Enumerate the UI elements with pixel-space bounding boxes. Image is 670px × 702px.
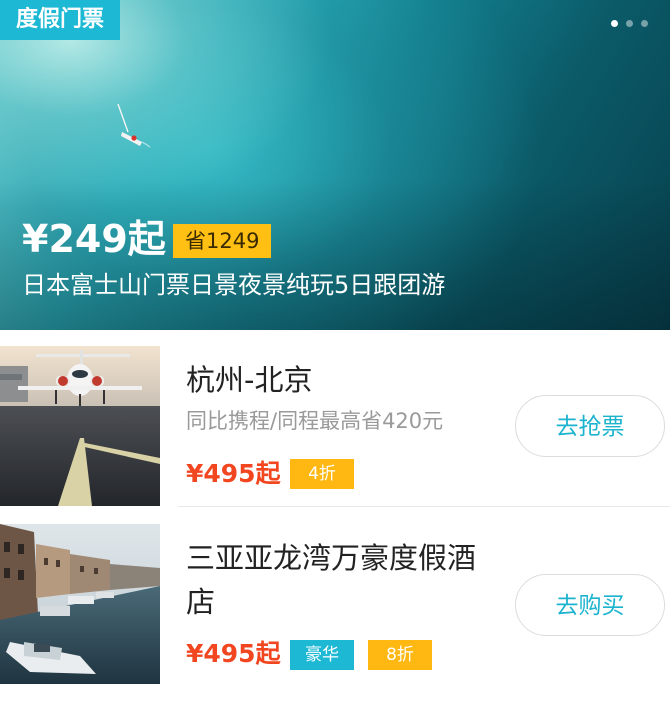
buy-now-button[interactable]: 去购买 — [515, 574, 665, 636]
hero-banner[interactable]: 度假门票 ¥249起 省1249 日本富士山门票日景夜景纯玩5日跟团游 — [0, 0, 670, 330]
list-item[interactable]: 三亚亚龙湾万豪度假酒 店 ¥495起 豪华 8折 去购买 — [0, 524, 670, 684]
hero-savings-badge: 省1249 — [173, 224, 272, 258]
hero-title[interactable]: 日本富士山门票日景夜景纯玩5日跟团游 — [22, 266, 445, 304]
carousel-dot-3[interactable] — [641, 20, 648, 27]
hero-category-tag: 度假门票 — [0, 0, 120, 40]
discount-badge: 4折 — [290, 459, 354, 489]
luxury-badge: 豪华 — [290, 640, 354, 670]
carousel-dot-1[interactable] — [611, 20, 618, 27]
carousel-dots — [611, 20, 648, 27]
item-price: ¥495起 — [186, 639, 281, 668]
item-subtitle: 同比携程/同程最高省420元 — [186, 409, 444, 433]
item-thumbnail-jet — [0, 346, 160, 506]
item-title-line-2: 店 — [186, 585, 216, 619]
hero-price: ¥249起 — [22, 217, 166, 261]
list-item[interactable]: 杭州-北京 同比携程/同程最高省420元 ¥495起 4折 去抢票 — [0, 346, 670, 506]
carousel-dot-2[interactable] — [626, 20, 633, 27]
item-title: 杭州-北京 — [186, 363, 313, 397]
item-thumbnail-venice — [0, 524, 160, 684]
grab-ticket-button[interactable]: 去抢票 — [515, 395, 665, 457]
list-divider — [178, 506, 670, 507]
sailboat-illustration — [117, 103, 151, 148]
item-title-line-1: 三亚亚龙湾万豪度假酒 — [186, 541, 477, 575]
item-price: ¥495起 — [186, 459, 281, 488]
discount-badge: 8折 — [368, 640, 432, 670]
